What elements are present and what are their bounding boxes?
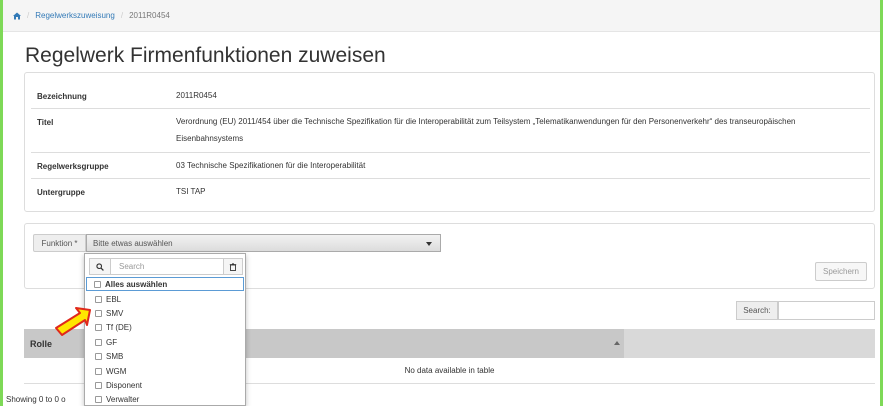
select-all-label: Alles auswählen bbox=[105, 279, 168, 289]
detail-label: Untergruppe bbox=[37, 188, 85, 197]
page-title: Regelwerk Firmenfunktionen zuweisen bbox=[25, 44, 386, 67]
save-button[interactable]: Speichern bbox=[815, 262, 867, 281]
checkbox[interactable] bbox=[95, 338, 102, 346]
option-label: Disponent bbox=[106, 381, 143, 391]
detail-label: Regelwerksgruppe bbox=[37, 162, 109, 171]
search-icon bbox=[89, 258, 111, 275]
column-rolle-label: Rolle bbox=[30, 338, 53, 349]
detail-value: 03 Technische Spezifikationen für die In… bbox=[176, 161, 366, 170]
option-label: SMV bbox=[106, 309, 124, 319]
option-smb[interactable]: SMB bbox=[85, 350, 245, 364]
option-wgm[interactable]: WGM bbox=[85, 364, 245, 378]
option-label: Tf (DE) bbox=[106, 323, 132, 333]
option-verwalter[interactable]: Verwalter bbox=[85, 393, 245, 406]
breadcrumb-current: 2011R0454 bbox=[129, 11, 170, 20]
option-label: EBL bbox=[106, 294, 122, 304]
table-search-label: Search: bbox=[736, 301, 778, 320]
option-smv[interactable]: SMV bbox=[85, 306, 245, 320]
function-dropdown: Search Alles auswählen EBL SMV Tf (DE) G… bbox=[84, 253, 246, 406]
function-label: Funktion * bbox=[33, 234, 86, 252]
detail-value: TSI TAP bbox=[176, 187, 206, 196]
checkbox[interactable] bbox=[95, 310, 102, 318]
checkbox[interactable] bbox=[94, 280, 101, 288]
checkbox[interactable] bbox=[95, 367, 102, 375]
checkbox[interactable] bbox=[95, 396, 102, 404]
sort-asc-icon bbox=[614, 341, 620, 345]
function-select[interactable]: Bitte etwas auswählen bbox=[86, 234, 441, 252]
table-search-input[interactable] bbox=[778, 301, 875, 320]
detail-value: Verordnung (EU) 2011/454 über die Techni… bbox=[176, 117, 796, 143]
pointer-arrow-icon bbox=[55, 307, 91, 336]
breadcrumb-separator: / bbox=[120, 11, 124, 20]
select-all-option[interactable]: Alles auswählen bbox=[86, 277, 244, 291]
option-disponent[interactable]: Disponent bbox=[85, 378, 245, 392]
dropdown-search: Search bbox=[89, 258, 243, 275]
detail-row-titel: Titel Verordnung (EU) 2011/454 über die … bbox=[31, 108, 870, 152]
details-panel: Bezeichnung 2011R0454 Titel Verordnung (… bbox=[24, 72, 875, 212]
trash-icon[interactable] bbox=[223, 258, 243, 275]
function-placeholder: Bitte etwas auswählen bbox=[93, 238, 173, 248]
detail-label: Bezeichnung bbox=[37, 92, 87, 101]
frame-left bbox=[0, 0, 3, 406]
option-gf[interactable]: GF bbox=[85, 335, 245, 349]
detail-row-regelwerksgruppe: Regelwerksgruppe 03 Technische Spezifika… bbox=[31, 152, 870, 178]
dropdown-option-list: EBL SMV Tf (DE) GF SMB WGM Disponent Ver… bbox=[85, 292, 245, 406]
checkbox[interactable] bbox=[95, 295, 102, 303]
home-icon[interactable] bbox=[13, 12, 21, 20]
detail-row-untergruppe: Untergruppe TSI TAP bbox=[31, 178, 870, 204]
checkbox[interactable] bbox=[95, 324, 102, 332]
option-ebl[interactable]: EBL bbox=[85, 292, 245, 306]
caret-down-icon bbox=[426, 242, 432, 246]
breadcrumb-separator: / bbox=[27, 11, 30, 20]
table-info: Showing 0 to 0 o bbox=[6, 395, 66, 404]
option-label: GF bbox=[106, 337, 118, 347]
option-label: WGM bbox=[106, 366, 127, 376]
checkbox[interactable] bbox=[95, 353, 102, 361]
breadcrumb: / Regelwerkszuweisung / 2011R0454 bbox=[3, 0, 880, 32]
detail-row-bezeichnung: Bezeichnung 2011R0454 bbox=[31, 83, 870, 108]
detail-value: 2011R0454 bbox=[176, 91, 217, 100]
option-label: SMB bbox=[106, 352, 124, 362]
option-tf-de[interactable]: Tf (DE) bbox=[85, 321, 245, 335]
option-label: Verwalter bbox=[106, 395, 140, 405]
dropdown-search-input[interactable]: Search bbox=[111, 258, 223, 275]
detail-label: Titel bbox=[37, 118, 54, 127]
checkbox[interactable] bbox=[95, 382, 102, 390]
breadcrumb-link[interactable]: Regelwerkszuweisung bbox=[35, 11, 115, 20]
